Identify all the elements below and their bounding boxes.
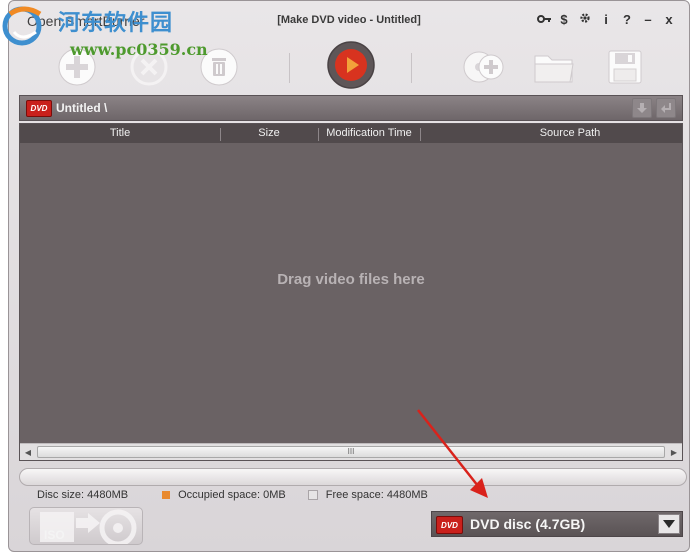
- burn-button[interactable]: [325, 39, 377, 91]
- watermark-logo-icon: [2, 6, 42, 46]
- burn-icon: [327, 41, 375, 89]
- column-modification-time[interactable]: Modification Time: [318, 127, 420, 139]
- free-space-label: Free space: 4480MB: [325, 489, 428, 501]
- file-list[interactable]: Title Size Modification Time Source Path…: [19, 123, 683, 461]
- capacity-bar: [19, 468, 687, 486]
- column-title[interactable]: Title: [20, 127, 220, 139]
- save-project-button[interactable]: [603, 45, 647, 89]
- column-source-path[interactable]: Source Path: [420, 127, 689, 139]
- key-icon[interactable]: [537, 12, 551, 27]
- watermark-text: 河东软件园: [58, 11, 174, 36]
- watermark-url: www.pc0359.cn: [70, 40, 208, 59]
- open-folder-button[interactable]: [531, 45, 577, 89]
- disc-size-label: Disc size: 4480MB: [37, 489, 129, 501]
- scroll-thumb[interactable]: III: [37, 446, 665, 458]
- column-size[interactable]: Size: [220, 127, 318, 139]
- app-window: Open SmartBurner [Make DVD video - Untit…: [8, 0, 690, 552]
- occupied-space-label: Occupied space: 0MB: [178, 489, 286, 501]
- chevron-down-icon[interactable]: [658, 514, 680, 534]
- table-header: Title Size Modification Time Source Path: [20, 124, 682, 143]
- title-controls: $ i ? – x: [537, 12, 675, 27]
- enter-folder-button[interactable]: [656, 98, 676, 118]
- dollar-button[interactable]: $: [558, 12, 570, 27]
- scroll-right-icon[interactable]: ▶: [667, 445, 681, 459]
- toolbar-divider: [411, 53, 412, 83]
- add-disc-icon: [463, 51, 504, 83]
- info-button[interactable]: i: [600, 12, 612, 27]
- drop-hint: Drag video files here: [277, 271, 425, 288]
- scroll-left-icon[interactable]: ◀: [21, 445, 35, 459]
- toolbar-divider: [289, 53, 290, 83]
- save-icon: [608, 50, 642, 84]
- iso-label: ISO: [44, 528, 65, 542]
- breadcrumb: DVD Untitled \: [19, 95, 683, 121]
- dvd-badge: DVD: [26, 100, 52, 117]
- space-stats: Disc size: 4480MB Occupied space: 0MB Fr…: [37, 489, 428, 501]
- dvd-badge: DVD: [436, 516, 463, 534]
- help-button[interactable]: ?: [621, 12, 633, 27]
- horizontal-scrollbar[interactable]: ◀ III ▶: [20, 443, 682, 460]
- breadcrumb-path[interactable]: Untitled \: [56, 101, 107, 115]
- disc-type-select[interactable]: DVD DVD disc (4.7GB): [431, 511, 683, 537]
- move-down-button[interactable]: [632, 98, 652, 118]
- minimize-button[interactable]: –: [642, 12, 654, 27]
- gear-icon[interactable]: [579, 12, 591, 27]
- free-legend-swatch: [307, 490, 318, 500]
- down-arrow-icon: [637, 103, 647, 113]
- disc-type-value: DVD disc (4.7GB): [470, 516, 586, 532]
- close-button[interactable]: x: [663, 12, 675, 27]
- folder-icon: [534, 55, 574, 83]
- add-disc-button[interactable]: [459, 45, 509, 89]
- enter-icon: [661, 103, 671, 113]
- iso-button[interactable]: ISO: [29, 507, 143, 545]
- occupied-legend-swatch: [162, 491, 171, 499]
